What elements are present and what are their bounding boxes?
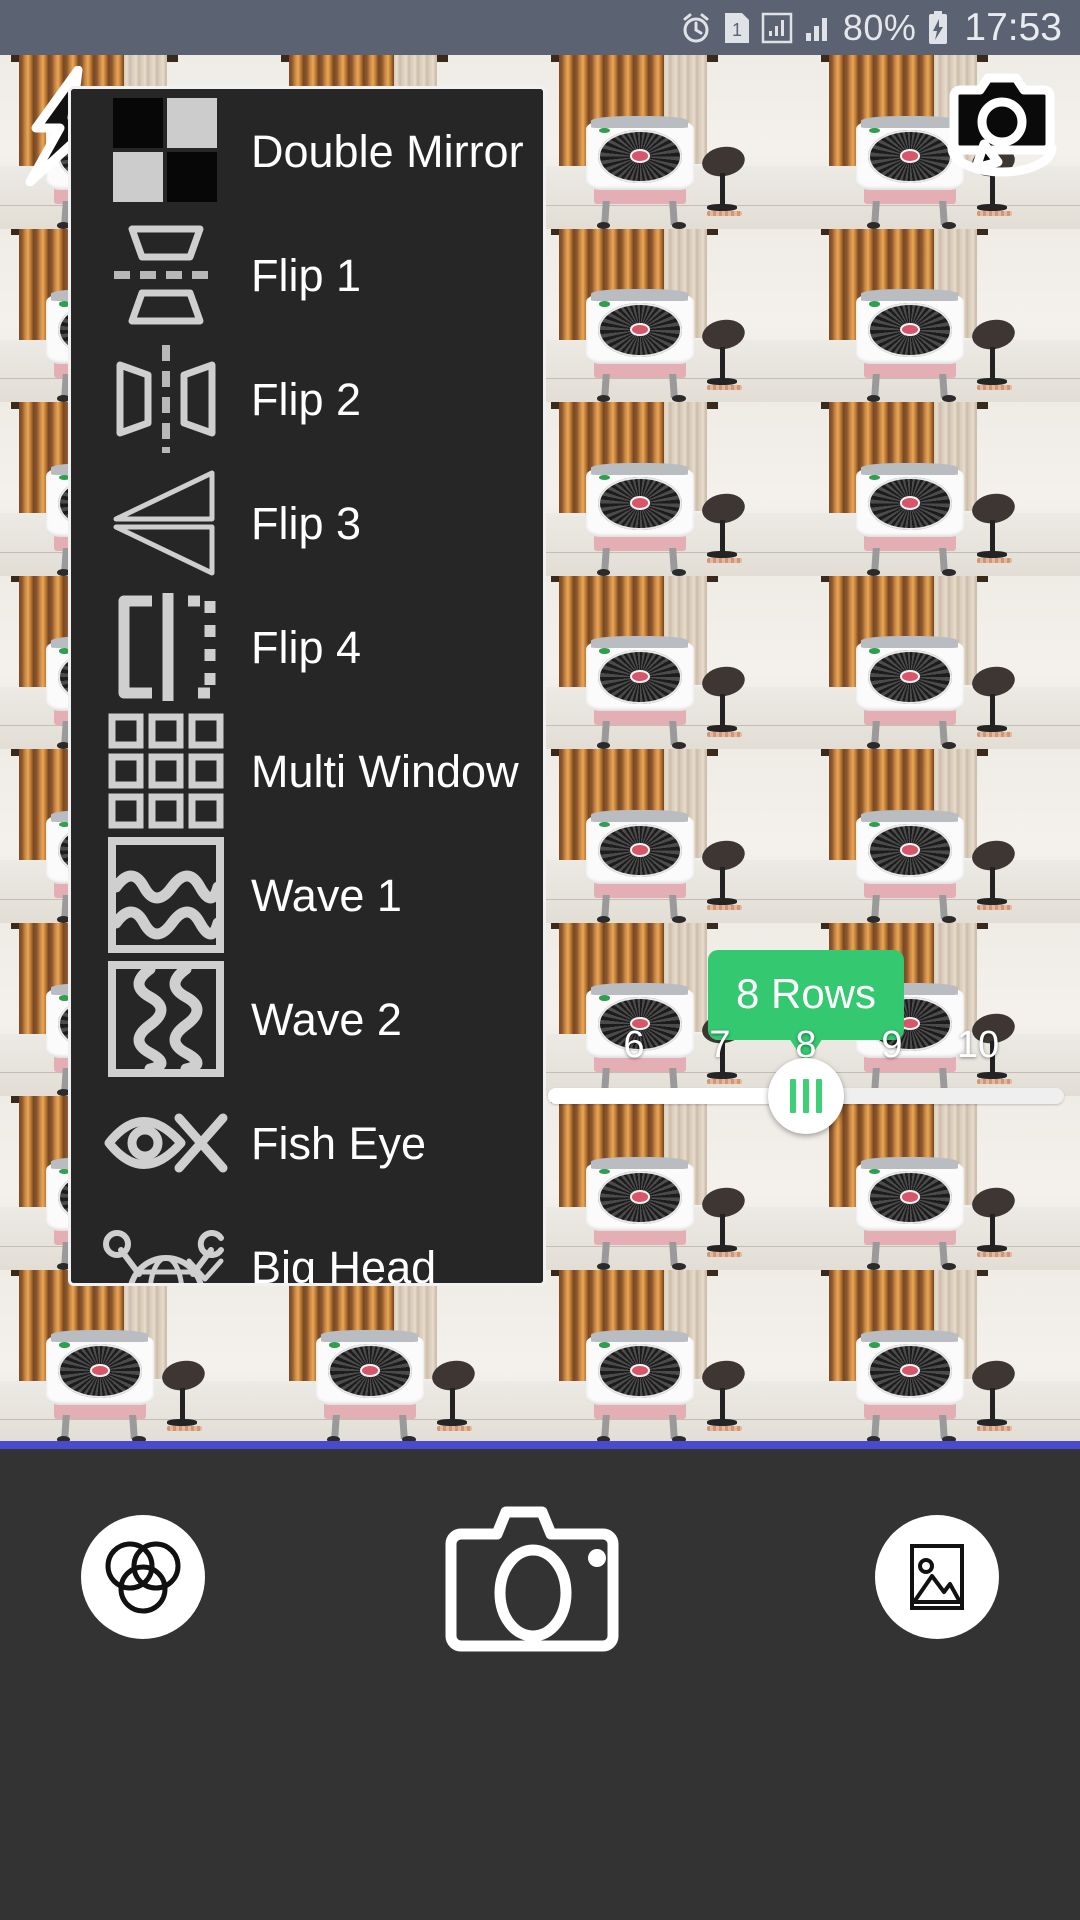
effects-menu-item-label: Big Head — [251, 1241, 437, 1286]
bottom-toolbar — [0, 1449, 1080, 1920]
alarm-clock-icon — [679, 11, 713, 45]
effects-menu-item-double-mirror[interactable]: Double Mirror — [71, 89, 543, 213]
switch-camera-button[interactable] — [938, 62, 1066, 188]
thumb-grip-line — [803, 1079, 809, 1113]
three-overlapping-circles-icon — [105, 1541, 181, 1614]
svg-text:1: 1 — [732, 20, 742, 40]
switch-camera-icon — [947, 73, 1057, 177]
flip-bracket-icon — [101, 592, 231, 702]
status-bar: 1 80% 17:53 — [0, 0, 1080, 55]
effects-menu-list[interactable]: Double Mirror Flip 1 Flip 2 Flip 3 Flip 4 Mul… — [71, 89, 543, 1283]
effects-button[interactable] — [81, 1515, 205, 1639]
app-screen: 8 Rows 6 7 8 9 10 Double Mirror Flip 1 Flip 2F… — [0, 0, 1080, 1920]
slider-tick-10: 10 — [956, 1024, 1000, 1066]
effects-menu-item-flip-4[interactable]: Flip 4 — [71, 585, 543, 709]
preview-tile — [540, 1269, 810, 1443]
preview-bottom-accent — [0, 1441, 1080, 1449]
effects-menu-item-flip-1[interactable]: Flip 1 — [71, 213, 543, 337]
grid-3x3-icon — [101, 713, 231, 829]
preview-tile — [270, 1269, 540, 1443]
gallery-image-icon — [910, 1544, 964, 1610]
effects-menu-item-flip-2[interactable]: Flip 2 — [71, 337, 543, 461]
battery-percent-label: 80% — [842, 6, 917, 48]
preview-tile — [810, 228, 1080, 402]
rows-slider[interactable]: 8 Rows 6 7 8 9 10 — [548, 950, 1064, 1136]
preview-tile — [540, 749, 810, 923]
shutter-button[interactable] — [445, 1496, 635, 1662]
flip-horizontal-icon — [101, 220, 231, 330]
thumb-grip-line — [816, 1079, 822, 1113]
effects-menu-item-flip-3[interactable]: Flip 3 — [71, 461, 543, 585]
slider-tick-7: 7 — [709, 1024, 731, 1066]
gallery-button[interactable] — [875, 1515, 999, 1639]
preview-tile — [540, 575, 810, 749]
effects-menu-item-label: Double Mirror — [251, 125, 524, 177]
effects-menu-item-wave-1[interactable]: Wave 1 — [71, 833, 543, 957]
slider-tick-9: 9 — [881, 1024, 903, 1066]
preview-tile — [810, 402, 1080, 576]
signal-bars-icon — [803, 11, 833, 45]
effects-menu-item-label: Flip 2 — [251, 373, 362, 425]
effects-menu-popup[interactable]: Double Mirror Flip 1 Flip 2 Flip 3 Flip 4 Mul… — [68, 86, 546, 1286]
chevron-down-icon[interactable] — [183, 1253, 227, 1286]
clock-label: 17:53 — [964, 6, 1062, 49]
preview-tile — [540, 55, 810, 229]
preview-tile — [0, 1269, 270, 1443]
effects-menu-item-wave-2[interactable]: Wave 2 — [71, 957, 543, 1081]
effects-menu-item-label: Wave 2 — [251, 993, 402, 1045]
fish-eye-icon — [101, 1088, 231, 1198]
effects-menu-item-label: Flip 1 — [251, 249, 362, 301]
preview-tile — [810, 749, 1080, 923]
effects-menu-item-big-head[interactable]: Big Head — [71, 1205, 543, 1286]
effects-menu-item-multi-window[interactable]: Multi Window — [71, 709, 543, 833]
preview-tile — [810, 1269, 1080, 1443]
camera-shutter-icon — [445, 1506, 619, 1652]
slider-tick-6: 6 — [623, 1024, 645, 1066]
wave-horizontal-icon — [101, 837, 231, 953]
sim-card-1-icon: 1 — [723, 11, 751, 45]
effects-menu-item-label: Wave 1 — [251, 869, 402, 921]
slider-thumb[interactable] — [768, 1058, 844, 1134]
flip-triangle-icon — [101, 468, 231, 578]
signal-outline-icon — [761, 11, 793, 45]
wave-vertical-icon — [101, 961, 231, 1077]
preview-tile — [540, 228, 810, 402]
battery-charging-icon — [926, 10, 950, 46]
double-mirror-icon — [101, 96, 231, 206]
preview-tile — [540, 402, 810, 576]
flip-vertical-icon — [101, 344, 231, 454]
effects-menu-item-label: Multi Window — [251, 745, 519, 797]
thumb-grip-line — [790, 1079, 796, 1113]
effects-menu-item-fish-eye[interactable]: Fish Eye — [71, 1081, 543, 1205]
effects-menu-item-label: Flip 4 — [251, 621, 362, 673]
preview-tile — [810, 575, 1080, 749]
effects-menu-item-label: Flip 3 — [251, 497, 362, 549]
effects-menu-item-label: Fish Eye — [251, 1117, 427, 1169]
